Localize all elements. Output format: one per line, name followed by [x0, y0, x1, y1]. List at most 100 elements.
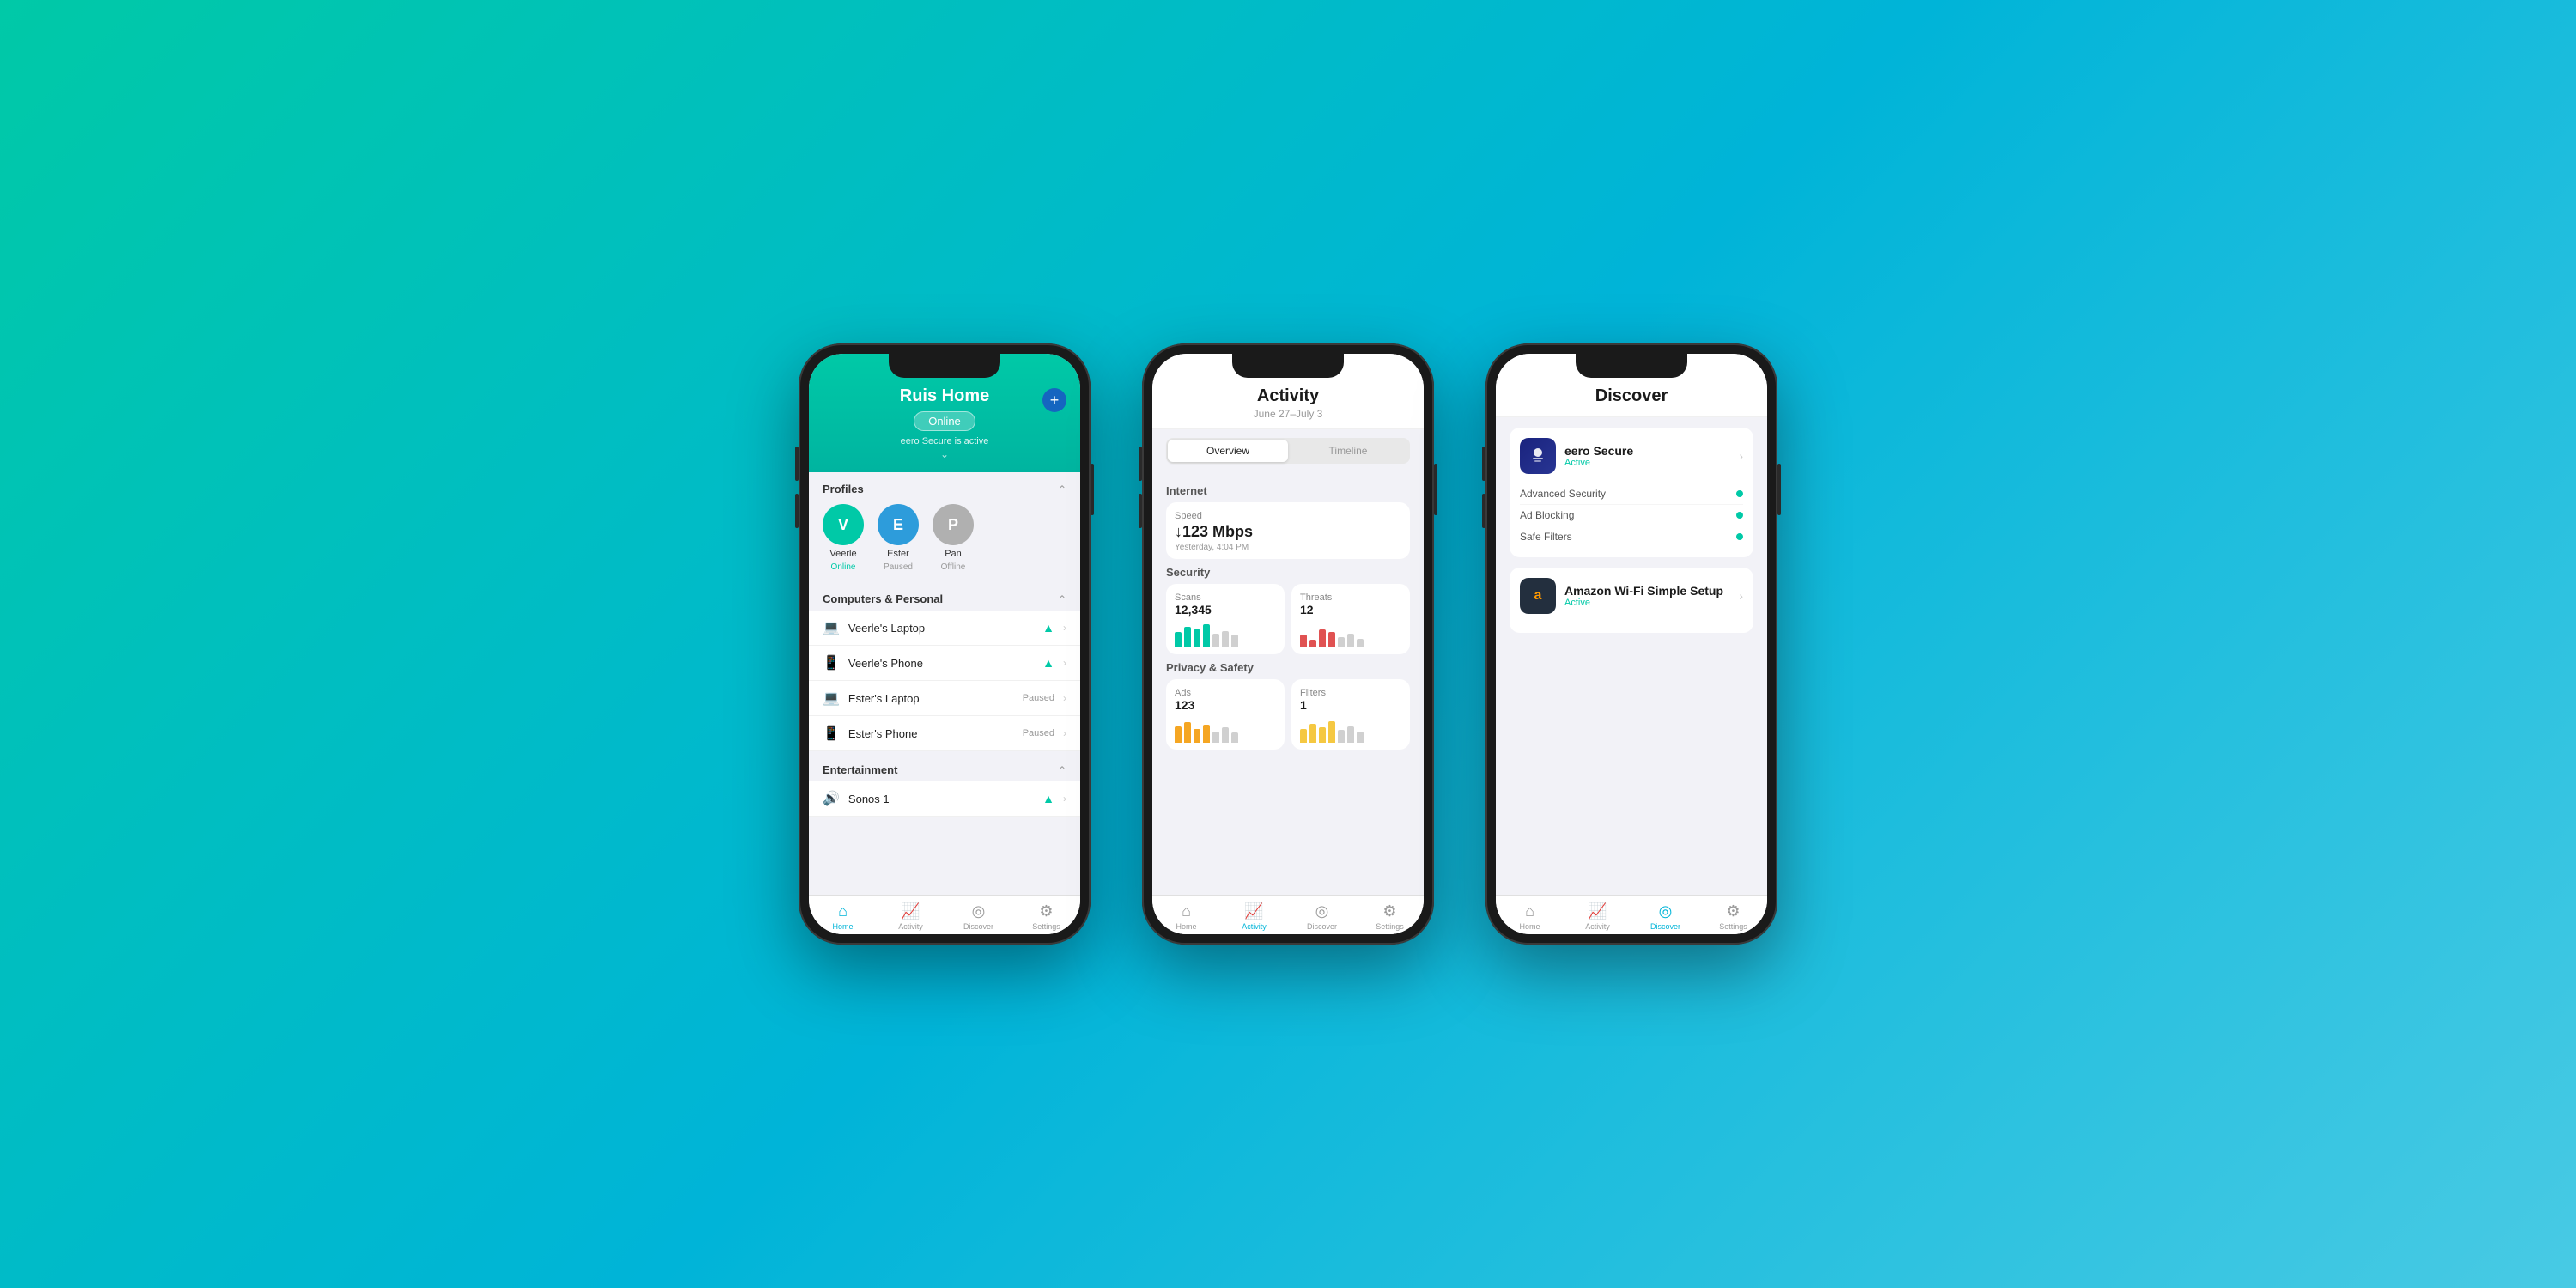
nav-discover[interactable]: ◎ Discover	[1288, 902, 1356, 931]
nav-activity[interactable]: 📈 Activity	[877, 902, 945, 931]
home-icon: ⌂	[838, 902, 848, 920]
add-button[interactable]: +	[1042, 388, 1066, 412]
home-title: Ruis Home	[826, 386, 1063, 406]
notch-3	[1576, 354, 1687, 378]
profile-veerle[interactable]: V Veerle Online	[823, 504, 864, 572]
device-name: Ester's Laptop	[848, 692, 1014, 705]
feature-name: Safe Filters	[1520, 531, 1572, 543]
device-name: Ester's Phone	[848, 727, 1014, 740]
nav-discover-label: Discover	[1650, 922, 1680, 931]
home-icon: ⌂	[1182, 902, 1191, 920]
eero-secure-main[interactable]: eero Secure Active ›	[1520, 438, 1743, 474]
discover-icon: ◎	[1315, 902, 1329, 920]
profile-pan[interactable]: P Pan Offline	[933, 504, 974, 572]
home-icon: ⌂	[1525, 902, 1534, 920]
tab-overview[interactable]: Overview	[1168, 440, 1288, 462]
computers-title: Computers & Personal	[823, 592, 943, 605]
profile-ester[interactable]: E Ester Paused	[878, 504, 919, 572]
bar	[1222, 727, 1229, 743]
speed-subtitle: Yesterday, 4:04 PM	[1175, 543, 1401, 552]
nav-discover[interactable]: ◎ Discover	[1631, 902, 1699, 931]
feature-advanced-security: Advanced Security	[1520, 483, 1743, 504]
activity-title: Activity	[1170, 386, 1406, 406]
bar	[1347, 726, 1354, 743]
amazon-wifi-card: a Amazon Wi-Fi Simple Setup Active ›	[1510, 568, 1753, 633]
phone-icon: 📱	[823, 725, 840, 742]
bar	[1212, 634, 1219, 647]
threats-value: 12	[1300, 603, 1401, 617]
nav-settings[interactable]: ⚙ Settings	[1356, 902, 1424, 931]
device-ester-phone[interactable]: 📱 Ester's Phone Paused ›	[809, 716, 1080, 751]
bar	[1328, 632, 1335, 647]
bar	[1338, 730, 1345, 743]
phone-icon: 📱	[823, 654, 840, 671]
bar	[1231, 635, 1238, 647]
device-veerle-phone[interactable]: 📱 Veerle's Phone ▲ ›	[809, 646, 1080, 681]
entertainment-title: Entertainment	[823, 763, 897, 776]
bar	[1175, 726, 1182, 743]
speaker-icon: 🔊	[823, 790, 840, 807]
notch-1	[889, 354, 1000, 378]
bar	[1184, 627, 1191, 647]
chevron-down-icon[interactable]: ⌄	[826, 448, 1063, 460]
nav-settings[interactable]: ⚙ Settings	[1012, 902, 1080, 931]
feature-name: Advanced Security	[1520, 488, 1606, 500]
home-content: Profiles ⌃ V Veerle Online E Ester Pause…	[809, 472, 1080, 895]
device-ester-laptop[interactable]: 💻 Ester's Laptop Paused ›	[809, 681, 1080, 716]
nav-home-label: Home	[1176, 922, 1196, 931]
profile-status-pan: Offline	[941, 562, 966, 572]
nav-settings[interactable]: ⚙ Settings	[1699, 902, 1767, 931]
bar	[1319, 727, 1326, 743]
scans-label: Scans	[1175, 592, 1276, 603]
nav-settings-label: Settings	[1719, 922, 1747, 931]
chevron-right-icon: ›	[1739, 449, 1743, 463]
discover-bottom-nav: ⌂ Home 📈 Activity ◎ Discover ⚙ Settings	[1496, 895, 1767, 934]
side-button-1	[1091, 464, 1094, 515]
phone-home: + Ruis Home Online eero Secure is active…	[799, 343, 1091, 945]
nav-home-label: Home	[1519, 922, 1540, 931]
nav-settings-label: Settings	[1376, 922, 1404, 931]
bar	[1300, 635, 1307, 647]
speed-value: ↓123 Mbps	[1175, 523, 1401, 541]
security-section-title: Security	[1166, 566, 1410, 579]
nav-home[interactable]: ⌂ Home	[1496, 902, 1564, 931]
entertainment-collapse-icon[interactable]: ⌃	[1058, 764, 1066, 776]
nav-activity[interactable]: 📈 Activity	[1564, 902, 1631, 931]
activity-tabs: Overview Timeline	[1166, 438, 1410, 464]
threats-card: Threats 12	[1291, 584, 1410, 654]
eero-secure-text: eero Secure Active	[1564, 444, 1730, 468]
bar	[1203, 624, 1210, 647]
computers-collapse-icon[interactable]: ⌃	[1058, 593, 1066, 605]
device-sonos[interactable]: 🔊 Sonos 1 ▲ ›	[809, 781, 1080, 817]
nav-discover-label: Discover	[1307, 922, 1337, 931]
nav-home[interactable]: ⌂ Home	[809, 902, 877, 931]
bar	[1300, 729, 1307, 743]
filters-value: 1	[1300, 698, 1401, 712]
wifi-icon: ▲	[1042, 621, 1054, 635]
activity-subtitle: June 27–July 3	[1170, 408, 1406, 420]
nav-activity[interactable]: 📈 Activity	[1220, 902, 1288, 931]
amazon-wifi-main[interactable]: a Amazon Wi-Fi Simple Setup Active ›	[1520, 578, 1743, 614]
activity-icon: 📈	[1244, 902, 1263, 920]
activity-icon: 📈	[1588, 902, 1607, 920]
activity-bottom-nav: ⌂ Home 📈 Activity ◎ Discover ⚙ Settings	[1152, 895, 1424, 934]
privacy-cards: Ads 123 Filters	[1166, 679, 1410, 750]
bar	[1309, 640, 1316, 647]
profile-status-ester: Paused	[884, 562, 913, 572]
security-cards: Scans 12,345 Threats	[1166, 584, 1410, 654]
device-name: Veerle's Phone	[848, 657, 1034, 670]
vol-down-2	[1139, 494, 1142, 528]
chevron-right-icon: ›	[1739, 589, 1743, 603]
profiles-collapse-icon[interactable]: ⌃	[1058, 483, 1066, 495]
discover-title: Discover	[1513, 386, 1750, 406]
tab-timeline[interactable]: Timeline	[1288, 440, 1408, 462]
chevron-right-icon: ›	[1063, 793, 1066, 805]
feature-active-dot	[1736, 512, 1743, 519]
computers-header: Computers & Personal ⌃	[809, 584, 1080, 611]
amazon-icon: a	[1520, 578, 1556, 614]
nav-discover-label: Discover	[963, 922, 993, 931]
nav-discover[interactable]: ◎ Discover	[945, 902, 1012, 931]
device-veerle-laptop[interactable]: 💻 Veerle's Laptop ▲ ›	[809, 611, 1080, 646]
notch-2	[1232, 354, 1344, 378]
nav-home[interactable]: ⌂ Home	[1152, 902, 1220, 931]
